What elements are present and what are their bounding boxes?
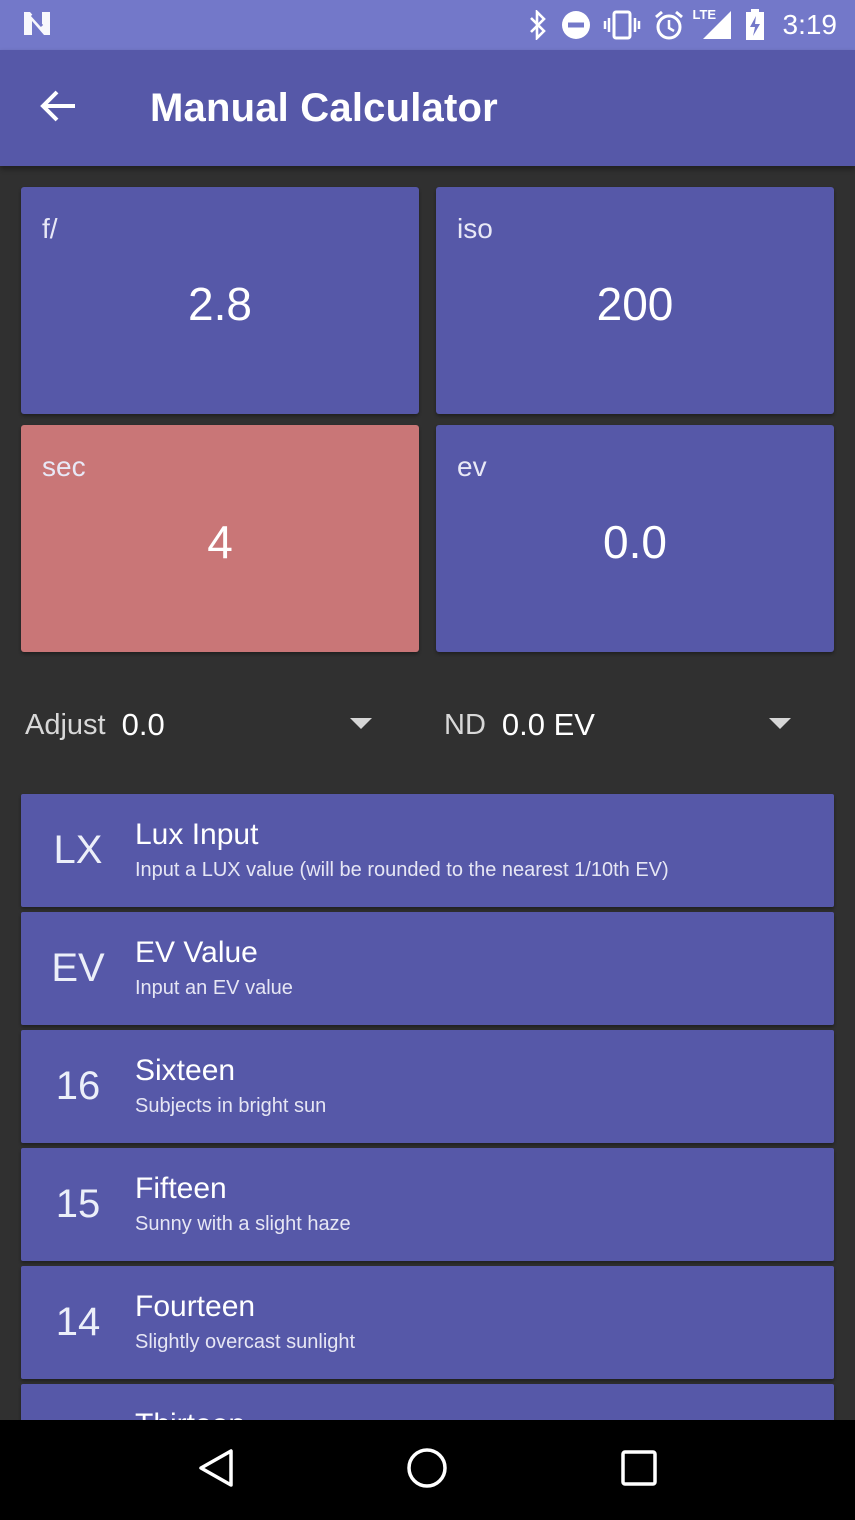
list-item-sixteen[interactable]: 16 Sixteen Subjects in bright sun [21, 1030, 834, 1143]
n-notification-icon [22, 9, 54, 42]
list-item-title: EV Value [135, 936, 258, 969]
nav-home-icon [406, 1447, 448, 1494]
list-item-subtitle: Input an EV value [135, 977, 293, 999]
list-item-title: Fifteen [135, 1172, 227, 1205]
shutter-label: sec [42, 451, 86, 482]
nav-back-icon [197, 1448, 235, 1493]
list-item-lux-input[interactable]: LX Lux Input Input a LUX value (will be … [21, 794, 834, 907]
status-clock: 3:19 [782, 9, 838, 40]
do-not-disturb-icon [561, 10, 591, 40]
iso-label: iso [457, 213, 493, 244]
vibrate-icon [603, 10, 641, 40]
alarm-icon [653, 9, 685, 41]
battery-charging-icon [745, 9, 765, 41]
ev-tile[interactable]: ev 0.0 [436, 425, 834, 652]
list-item-subtitle: Subjects in bright sun [135, 1095, 327, 1117]
app-bar: Manual Calculator [0, 50, 855, 166]
list-item-fourteen[interactable]: 14 Fourteen Slightly overcast sunlight [21, 1266, 834, 1379]
nav-recents-button[interactable] [599, 1430, 679, 1510]
list-item-title: Sixteen [135, 1054, 236, 1087]
list-item-icon: EV [51, 946, 105, 990]
list-item-fifteen[interactable]: 15 Fifteen Sunny with a slight haze [21, 1148, 834, 1261]
list-item-subtitle: Sunny with a slight haze [135, 1213, 351, 1235]
list-item-ev-value[interactable]: EV EV Value Input an EV value [21, 912, 834, 1025]
list-item-icon: 14 [55, 1300, 101, 1344]
nav-home-button[interactable] [387, 1430, 467, 1510]
bluetooth-icon [527, 10, 549, 40]
adjust-label: Adjust [25, 708, 106, 741]
list-item-title: Fourteen [135, 1290, 256, 1323]
list-item-subtitle: Slightly overcast sunlight [135, 1331, 356, 1353]
shutter-value: 4 [207, 516, 233, 568]
list-item-title: Lux Input [135, 818, 259, 851]
iso-tile[interactable]: iso 200 [436, 187, 834, 414]
signal-icon: LTE [693, 7, 733, 41]
back-button[interactable] [0, 50, 116, 166]
network-label: LTE [692, 7, 717, 22]
chevron-down-icon [350, 717, 372, 735]
list-item-icon: LX [53, 828, 103, 872]
navigation-bar [0, 1420, 855, 1520]
list-item-icon: 16 [55, 1064, 101, 1108]
iso-value: 200 [596, 278, 674, 330]
aperture-tile[interactable]: f/ 2.8 [21, 187, 419, 414]
adjust-dropdown[interactable]: Adjust 0.0 [25, 690, 385, 760]
ev-value: 0.0 [603, 516, 667, 568]
shutter-tile[interactable]: sec 4 [21, 425, 419, 652]
nd-dropdown[interactable]: ND 0.0 EV [444, 690, 804, 760]
list-item-icon: 15 [55, 1182, 101, 1226]
nd-value: 0.0 EV [501, 707, 595, 742]
aperture-value: 2.8 [188, 278, 252, 330]
list-item-subtitle: Input a LUX value (will be rounded to th… [135, 859, 669, 881]
arrow-back-icon [39, 89, 77, 128]
page-title: Manual Calculator [150, 85, 498, 130]
ev-label: ev [457, 451, 487, 482]
chevron-down-icon [769, 717, 791, 735]
nd-label: ND [444, 708, 486, 741]
status-bar: LTE 3:19 [0, 0, 855, 50]
nav-recents-icon [621, 1449, 657, 1491]
aperture-label: f/ [42, 213, 58, 244]
adjust-value: 0.0 [121, 707, 165, 742]
nav-back-button[interactable] [176, 1430, 256, 1510]
